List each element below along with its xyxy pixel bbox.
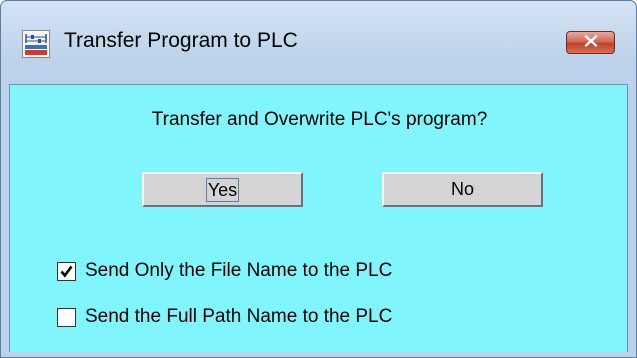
close-x-icon: [584, 34, 598, 52]
no-button[interactable]: No: [382, 172, 543, 207]
send-file-name-label: Send Only the File Name to the PLC: [85, 260, 393, 281]
close-button[interactable]: [566, 31, 615, 54]
confirmation-question: Transfer and Overwrite PLC's program?: [151, 109, 488, 130]
window-title: Transfer Program to PLC: [64, 29, 298, 52]
yes-button[interactable]: Yes: [142, 172, 303, 207]
send-file-name-option[interactable]: Send Only the File Name to the PLC: [57, 260, 392, 282]
title-bar[interactable]: Transfer Program to PLC: [1, 1, 636, 93]
plc-ladder-app-icon: [22, 30, 50, 58]
send-full-path-option[interactable]: Send the Full Path Name to the PLC: [57, 306, 392, 328]
send-full-path-label: Send the Full Path Name to the PLC: [85, 306, 393, 327]
transfer-dialog-window: Transfer Program to PLC Transfer and Ove…: [0, 0, 637, 358]
dialog-body: Transfer and Overwrite PLC's program? Ye…: [9, 84, 628, 352]
yes-button-label: Yes: [205, 177, 240, 202]
checkmark-icon: [60, 265, 73, 278]
no-button-label: No: [450, 179, 474, 199]
send-file-name-checkbox[interactable]: [57, 261, 76, 281]
send-full-path-checkbox[interactable]: [57, 307, 76, 327]
